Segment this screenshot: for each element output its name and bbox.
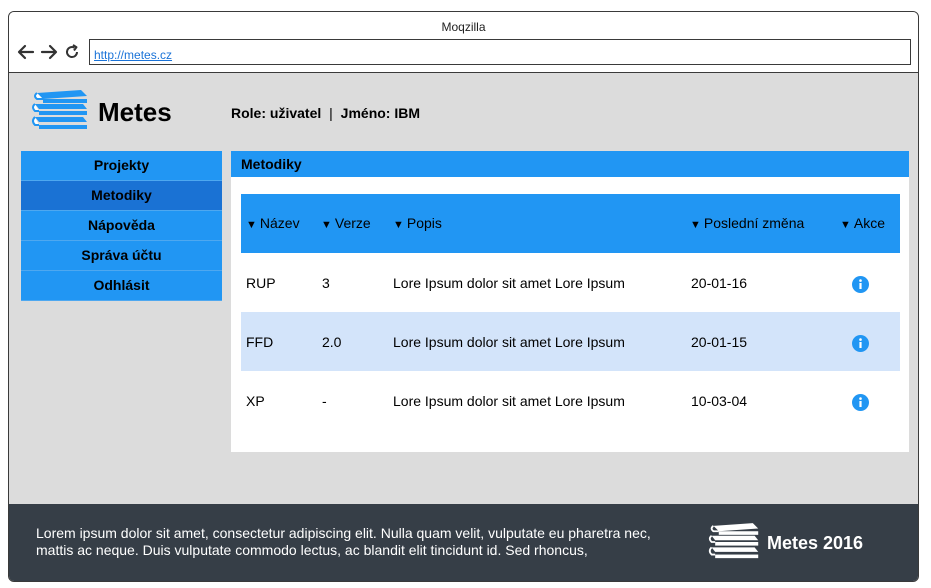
sort-arrow-icon: ▼ bbox=[393, 219, 404, 231]
role-value: uživatel bbox=[269, 105, 322, 121]
cell-changed: 20-01-16 bbox=[691, 275, 748, 291]
panel-title: Metodiky bbox=[231, 151, 909, 177]
browser-window: Moqzilla http://metes.cz Metes Role: uži… bbox=[8, 11, 919, 582]
cell-name: XP bbox=[246, 393, 265, 409]
info-icon[interactable] bbox=[852, 276, 869, 293]
footer-text: Lorem ipsum dolor sit amet, consectetur … bbox=[36, 525, 651, 558]
table-header: ▼ Název ▼ Verze ▼ Popis ▼ Poslední změna ▼ Ak… bbox=[241, 194, 900, 253]
sidebar-item-projekty[interactable]: Projekty bbox=[21, 151, 222, 181]
sort-arrow-icon: ▼ bbox=[840, 219, 851, 231]
window-title: Moqzilla bbox=[441, 20, 486, 34]
column-header-verze[interactable]: ▼ Verze bbox=[321, 215, 371, 231]
cell-description: Lore Ipsum dolor sit amet Lore Ipsum bbox=[393, 393, 625, 409]
cell-version: 2.0 bbox=[322, 334, 342, 350]
forward-arrow-icon[interactable] bbox=[39, 42, 59, 62]
sidebar-item-metodiky[interactable]: Metodiky bbox=[21, 181, 222, 211]
column-label: Akce bbox=[853, 215, 886, 231]
app-header: Metes Role: uživatel | Jméno: IBM bbox=[9, 74, 918, 150]
books-footer-icon bbox=[708, 522, 760, 567]
sidebar-item-sprava-uctu[interactable]: Správa účtu bbox=[21, 241, 222, 271]
books-logo-icon[interactable] bbox=[31, 89, 89, 138]
cell-description: Lore Ipsum dolor sit amet Lore Ipsum bbox=[393, 275, 625, 291]
sort-arrow-icon: ▼ bbox=[246, 219, 257, 231]
column-header-posledni-zmena[interactable]: ▼ Poslední změna bbox=[690, 215, 804, 231]
methodologies-panel: Metodiky ▼ Název ▼ Verze ▼ Popis ▼ Poslední … bbox=[231, 151, 909, 452]
sidebar-item-odhlasit[interactable]: Odhlásit bbox=[21, 271, 222, 301]
user-info: Role: uživatel | Jméno: IBM bbox=[231, 105, 420, 121]
cell-name: RUP bbox=[246, 275, 276, 291]
reload-icon[interactable] bbox=[62, 42, 82, 62]
column-label: Poslední změna bbox=[703, 215, 805, 231]
table-row: FFD 2.0 Lore Ipsum dolor sit amet Lore I… bbox=[241, 312, 900, 371]
cell-name: FFD bbox=[246, 334, 274, 350]
cell-version: 3 bbox=[322, 275, 330, 291]
column-label: Název bbox=[259, 215, 300, 231]
app-name[interactable]: Metes bbox=[98, 97, 172, 128]
cell-version: - bbox=[322, 393, 327, 409]
info-icon[interactable] bbox=[852, 335, 869, 352]
table-row: XP - Lore Ipsum dolor sit amet Lore Ipsu… bbox=[241, 371, 900, 430]
nav-controls bbox=[16, 42, 82, 62]
footer-brand: Metes 2016 bbox=[767, 533, 864, 553]
column-label: Popis bbox=[406, 215, 442, 231]
page-footer: Lorem ipsum dolor sit amet, consectetur … bbox=[9, 504, 918, 581]
column-label: Verze bbox=[334, 215, 371, 231]
column-header-popis[interactable]: ▼ Popis bbox=[393, 215, 442, 231]
methodologies-table: ▼ Název ▼ Verze ▼ Popis ▼ Poslední změna ▼ Ak… bbox=[241, 194, 900, 430]
back-arrow-icon[interactable] bbox=[16, 42, 36, 62]
sort-arrow-icon: ▼ bbox=[690, 219, 701, 231]
info-icon[interactable] bbox=[852, 394, 869, 411]
column-header-nazev[interactable]: ▼ Název bbox=[246, 215, 300, 231]
table-row: RUP 3 Lore Ipsum dolor sit amet Lore Ips… bbox=[241, 253, 900, 312]
sort-arrow-icon: ▼ bbox=[321, 219, 332, 231]
sidebar-menu: Projekty Metodiky Nápověda Správa účtu O… bbox=[21, 151, 222, 301]
cell-description: Lore Ipsum dolor sit amet Lore Ipsum bbox=[393, 334, 625, 350]
cell-changed: 10-03-04 bbox=[691, 393, 748, 409]
browser-titlebar: Moqzilla http://metes.cz bbox=[9, 12, 918, 73]
user-info-separator: | bbox=[329, 105, 333, 121]
role-label: Role: bbox=[231, 105, 266, 121]
sidebar-item-napoveda[interactable]: Nápověda bbox=[21, 211, 222, 241]
url-bar[interactable]: http://metes.cz bbox=[89, 39, 911, 65]
cell-changed: 20-01-15 bbox=[691, 334, 748, 350]
column-header-akce[interactable]: ▼ Akce bbox=[840, 215, 885, 231]
name-value: IBM bbox=[394, 105, 421, 121]
name-label: Jméno: bbox=[340, 105, 391, 121]
